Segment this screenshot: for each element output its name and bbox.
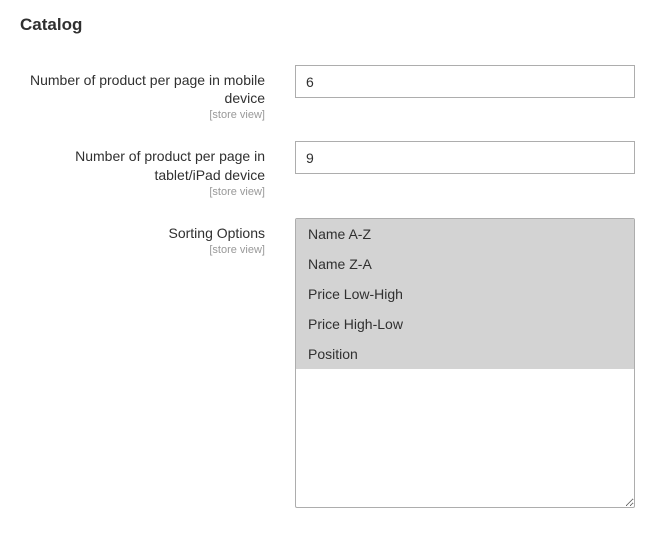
tablet-per-page-input[interactable] <box>295 141 635 174</box>
field-sorting-options: Sorting Options [store view] Name A-ZNam… <box>20 218 651 508</box>
sorting-options-select[interactable]: Name A-ZName Z-APrice Low-HighPrice High… <box>295 218 635 508</box>
scope-hint: [store view] <box>20 186 265 198</box>
label-col: Number of product per page in mobile dev… <box>20 65 295 121</box>
label-col: Sorting Options [store view] <box>20 218 295 256</box>
input-col <box>295 65 651 98</box>
input-col <box>295 141 651 174</box>
input-col: Name A-ZName Z-APrice Low-HighPrice High… <box>295 218 651 508</box>
field-mobile-per-page: Number of product per page in mobile dev… <box>20 65 651 121</box>
field-tablet-per-page: Number of product per page in tablet/iPa… <box>20 141 651 197</box>
section-title: Catalog <box>20 10 651 35</box>
scope-hint: [store view] <box>20 109 265 121</box>
sorting-option[interactable]: Name A-Z <box>296 219 634 249</box>
sorting-option[interactable]: Price High-Low <box>296 309 634 339</box>
sorting-option[interactable]: Price Low-High <box>296 279 634 309</box>
sorting-option[interactable]: Name Z-A <box>296 249 634 279</box>
mobile-per-page-input[interactable] <box>295 65 635 98</box>
tablet-per-page-label: Number of product per page in tablet/iPa… <box>20 147 265 183</box>
label-col: Number of product per page in tablet/iPa… <box>20 141 295 197</box>
scope-hint: [store view] <box>20 244 265 256</box>
mobile-per-page-label: Number of product per page in mobile dev… <box>20 71 265 107</box>
sorting-option[interactable]: Position <box>296 339 634 369</box>
sorting-options-label: Sorting Options <box>20 224 265 242</box>
